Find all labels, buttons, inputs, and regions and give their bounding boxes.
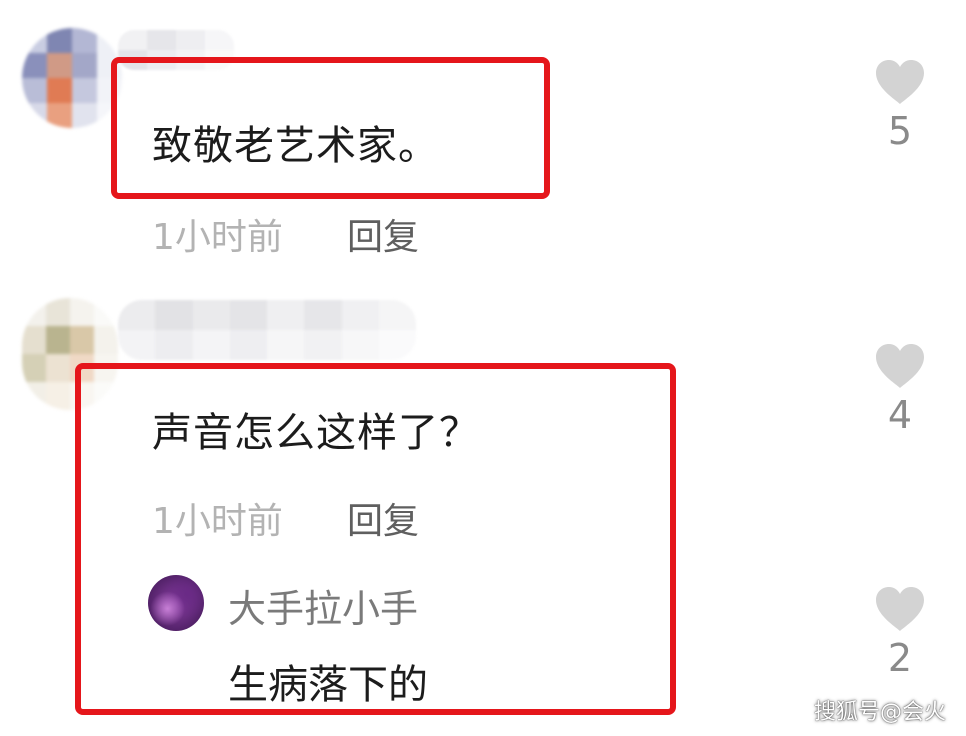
comment-text: 声音怎么这样了？: [152, 410, 480, 456]
heart-icon: [876, 587, 924, 631]
commenter-name-blurred[interactable]: [118, 300, 416, 360]
reply-avatar[interactable]: [148, 575, 204, 631]
reply-author-name[interactable]: 大手拉小手: [228, 578, 418, 633]
reply-button[interactable]: 回复: [347, 492, 419, 544]
like-count: 2: [887, 636, 913, 680]
reply-button[interactable]: 回复: [347, 208, 419, 260]
comment-time: 1小时前: [152, 501, 283, 542]
like-button[interactable]: 2: [870, 585, 930, 677]
heart-icon: [876, 344, 924, 388]
comment-text: 致敬老艺术家。: [152, 123, 439, 169]
watermark: 搜狐号@会火: [813, 700, 946, 725]
comment-time: 1小时前: [152, 217, 283, 258]
like-count: 5: [887, 109, 913, 153]
like-count: 4: [887, 393, 913, 437]
like-button[interactable]: 4: [870, 342, 930, 434]
heart-icon: [876, 60, 924, 104]
commenter-avatar[interactable]: [22, 28, 122, 128]
like-button[interactable]: 5: [870, 58, 930, 150]
reply-text: 生病落下的: [228, 662, 428, 708]
